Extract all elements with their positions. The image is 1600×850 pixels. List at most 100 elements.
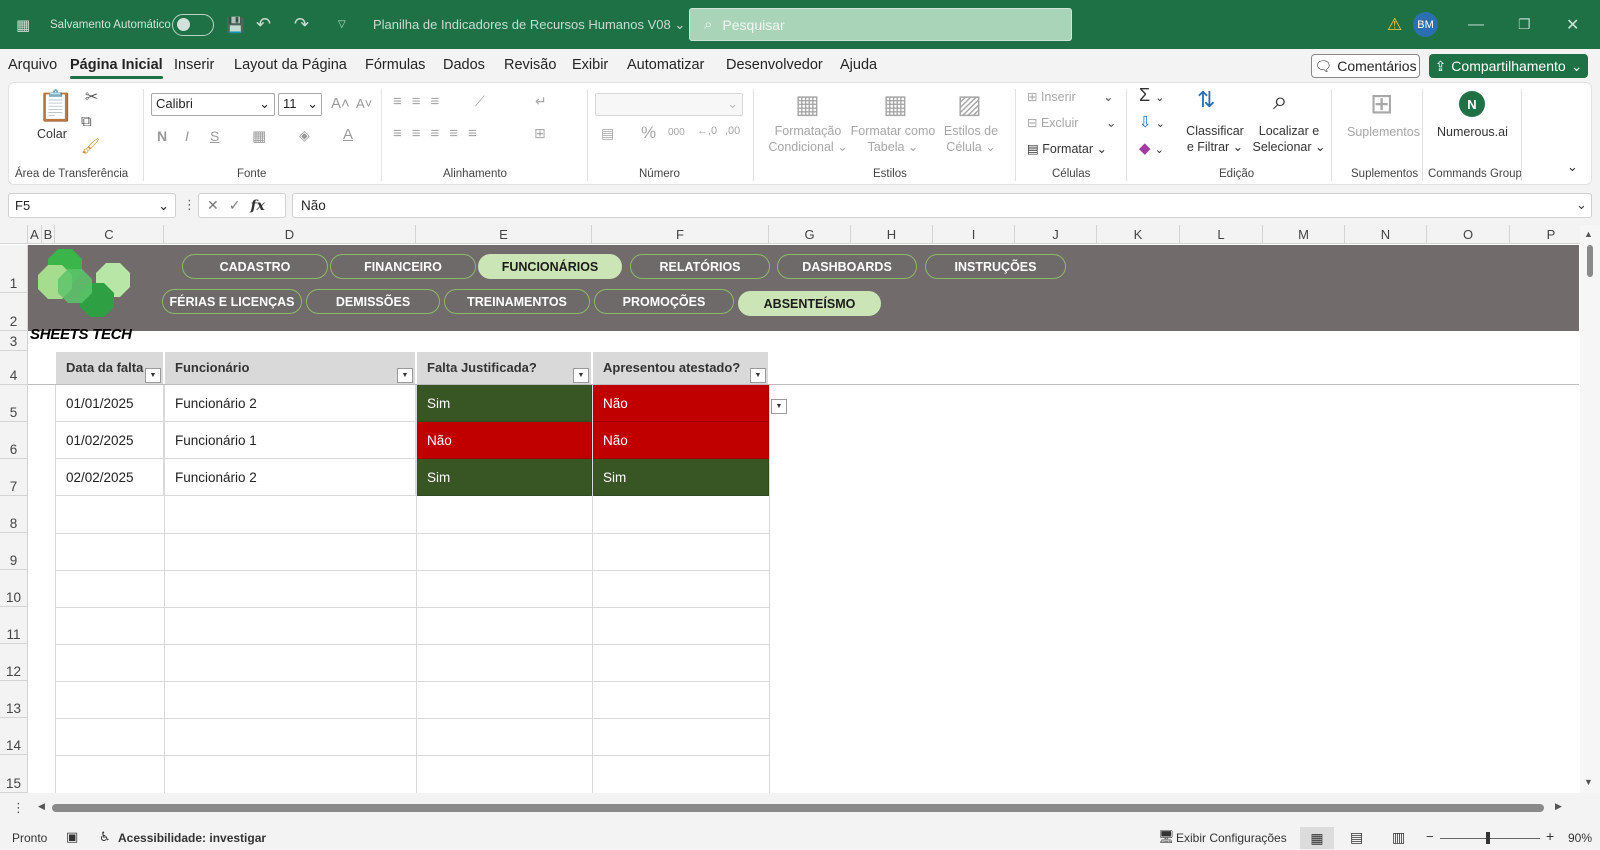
scroll-left-icon[interactable]: ◀: [38, 801, 45, 812]
addins-icon[interactable]: ⊞: [1370, 87, 1393, 120]
find-select-button[interactable]: Localizar e Selecionar ⌄: [1251, 123, 1327, 155]
row-header[interactable]: 13: [0, 681, 28, 718]
font-size-select[interactable]: 11 ⌄: [278, 93, 322, 116]
page-break-view-icon[interactable]: ▥: [1392, 829, 1405, 846]
name-box[interactable]: F5 ⌄: [8, 193, 176, 218]
menu-inserir[interactable]: Inserir: [174, 57, 214, 73]
menu-pagina-inicial[interactable]: Página Inicial: [70, 57, 163, 79]
format-table-icon[interactable]: ▦: [883, 89, 908, 120]
sheet-options-icon[interactable]: ⋮: [12, 800, 25, 816]
warning-icon[interactable]: ⚠: [1387, 0, 1402, 49]
table-cell[interactable]: Funcionário 2: [165, 459, 416, 496]
shrink-font-icon[interactable]: A˅: [356, 96, 372, 111]
menu-formulas[interactable]: Fórmulas: [365, 57, 425, 73]
save-icon[interactable]: 💾: [226, 0, 245, 49]
share-button[interactable]: ⇪ Compartilhamento ⌄: [1429, 54, 1588, 78]
customize-qat-icon[interactable]: ▽: [338, 0, 346, 49]
vertical-scrollbar[interactable]: ▲ ▼: [1580, 225, 1600, 793]
nav-cadastro[interactable]: CADASTRO: [182, 254, 328, 279]
nav-treinamentos[interactable]: TREINAMENTOS: [444, 289, 590, 314]
format-table-button[interactable]: Formatar como Tabela ⌄: [843, 123, 943, 155]
orientation-icon[interactable]: ⟋: [475, 93, 485, 110]
menu-ajuda[interactable]: Ajuda: [840, 57, 877, 73]
table-cell[interactable]: Sim: [593, 459, 769, 496]
expand-formula-icon[interactable]: ⌄: [1576, 197, 1587, 213]
nav-funcionarios[interactable]: FUNCIONÁRIOS: [478, 254, 622, 279]
redo-icon[interactable]: ↷: [294, 0, 309, 49]
row-header[interactable]: 7: [0, 459, 28, 496]
row-header[interactable]: 1: [0, 245, 28, 293]
table-cell[interactable]: Sim: [417, 385, 592, 422]
menu-desenvolvedor[interactable]: Desenvolvedor: [726, 57, 823, 73]
scroll-up-icon[interactable]: ▲: [1584, 229, 1593, 239]
grow-font-icon[interactable]: A˄: [331, 95, 350, 112]
paste-label[interactable]: Colar: [37, 127, 67, 141]
table-cell-selected[interactable]: Não: [593, 385, 769, 422]
column-header[interactable]: J: [1015, 225, 1097, 244]
filter-dropdown-icon[interactable]: ▼: [573, 368, 589, 383]
number-format-select[interactable]: ⌄: [595, 93, 743, 116]
minimize-icon[interactable]: —: [1468, 0, 1484, 49]
numerous-icon[interactable]: N: [1459, 91, 1485, 117]
display-settings-icon[interactable]: 🖥: [1158, 829, 1175, 845]
fill-icon[interactable]: ⇩ ⌄: [1139, 113, 1165, 131]
table-cell[interactable]: Não: [417, 422, 592, 459]
column-header[interactable]: M: [1263, 225, 1345, 244]
zoom-slider-thumb[interactable]: [1486, 832, 1490, 844]
vertical-scroll-thumb[interactable]: [1587, 245, 1593, 277]
thousands-icon[interactable]: 000: [668, 127, 685, 138]
column-header[interactable]: D: [164, 225, 416, 244]
avatar[interactable]: BM: [1413, 12, 1438, 37]
scroll-right-icon[interactable]: ▶: [1555, 801, 1562, 812]
row-header[interactable]: 3: [0, 331, 28, 351]
undo-icon[interactable]: ↶: [256, 0, 271, 49]
row-header[interactable]: 15: [0, 755, 28, 793]
percent-icon[interactable]: %: [641, 123, 656, 143]
find-select-icon[interactable]: ⌕: [1273, 85, 1288, 117]
column-header[interactable]: F: [592, 225, 769, 244]
document-title[interactable]: Planilha de Indicadores de Recursos Huma…: [373, 0, 685, 49]
column-header[interactable]: C: [55, 225, 164, 244]
enter-icon[interactable]: ✓: [229, 197, 241, 214]
cell-dropdown-icon[interactable]: ▼: [771, 399, 787, 414]
normal-view-icon[interactable]: ▦: [1300, 827, 1334, 849]
row-header[interactable]: 9: [0, 533, 28, 570]
table-cell[interactable]: 01/01/2025: [56, 385, 164, 422]
zoom-out-icon[interactable]: −: [1426, 829, 1434, 844]
decrease-decimal-icon[interactable]: ,00: [725, 125, 740, 137]
worksheet-grid[interactable]: A B C D E F G H I J K L M N O P 1 2 3 4 …: [0, 225, 1600, 793]
increase-decimal-icon[interactable]: ←,0: [697, 125, 717, 137]
borders-icon[interactable]: ▦: [252, 127, 266, 145]
macro-record-icon[interactable]: ▣: [66, 829, 78, 845]
table-cell[interactable]: Não: [593, 422, 769, 459]
menu-dados[interactable]: Dados: [443, 57, 485, 73]
row-header[interactable]: 10: [0, 570, 28, 607]
column-header[interactable]: N: [1345, 225, 1427, 244]
conditional-format-icon[interactable]: ▦: [795, 89, 820, 120]
menu-layout[interactable]: Layout da Página: [234, 57, 347, 73]
nav-relatorios[interactable]: RELATÓRIOS: [630, 254, 770, 279]
formula-input[interactable]: Não: [292, 193, 1592, 218]
cell-styles-icon[interactable]: ▨: [957, 89, 982, 120]
filter-dropdown-icon[interactable]: ▼: [397, 368, 413, 383]
nav-instrucoes[interactable]: INSTRUÇÕES: [925, 254, 1066, 279]
column-header[interactable]: L: [1180, 225, 1263, 244]
format-painter-icon[interactable]: 🖌: [81, 137, 100, 155]
cell-styles-button[interactable]: Estilos de Célula ⌄: [931, 123, 1011, 155]
column-header[interactable]: K: [1097, 225, 1180, 244]
menu-exibir[interactable]: Exibir: [572, 57, 608, 73]
column-header[interactable]: I: [933, 225, 1015, 244]
table-cell[interactable]: Funcionário 1: [165, 422, 416, 459]
menu-revisao[interactable]: Revisão: [504, 57, 556, 73]
column-header[interactable]: O: [1427, 225, 1510, 244]
restore-icon[interactable]: ❐: [1518, 0, 1531, 49]
column-header[interactable]: G: [769, 225, 851, 244]
menu-automatizar[interactable]: Automatizar: [627, 57, 704, 73]
clear-icon[interactable]: ◆ ⌄: [1139, 139, 1164, 157]
row-header[interactable]: 4: [0, 351, 28, 385]
cancel-icon[interactable]: ✕: [207, 197, 219, 214]
cut-icon[interactable]: ✂: [85, 87, 98, 107]
row-header[interactable]: 5: [0, 385, 28, 422]
insert-cells-button[interactable]: ⊞ Inserir ⌄: [1027, 89, 1114, 104]
font-name-select[interactable]: Calibri ⌄: [151, 93, 275, 116]
